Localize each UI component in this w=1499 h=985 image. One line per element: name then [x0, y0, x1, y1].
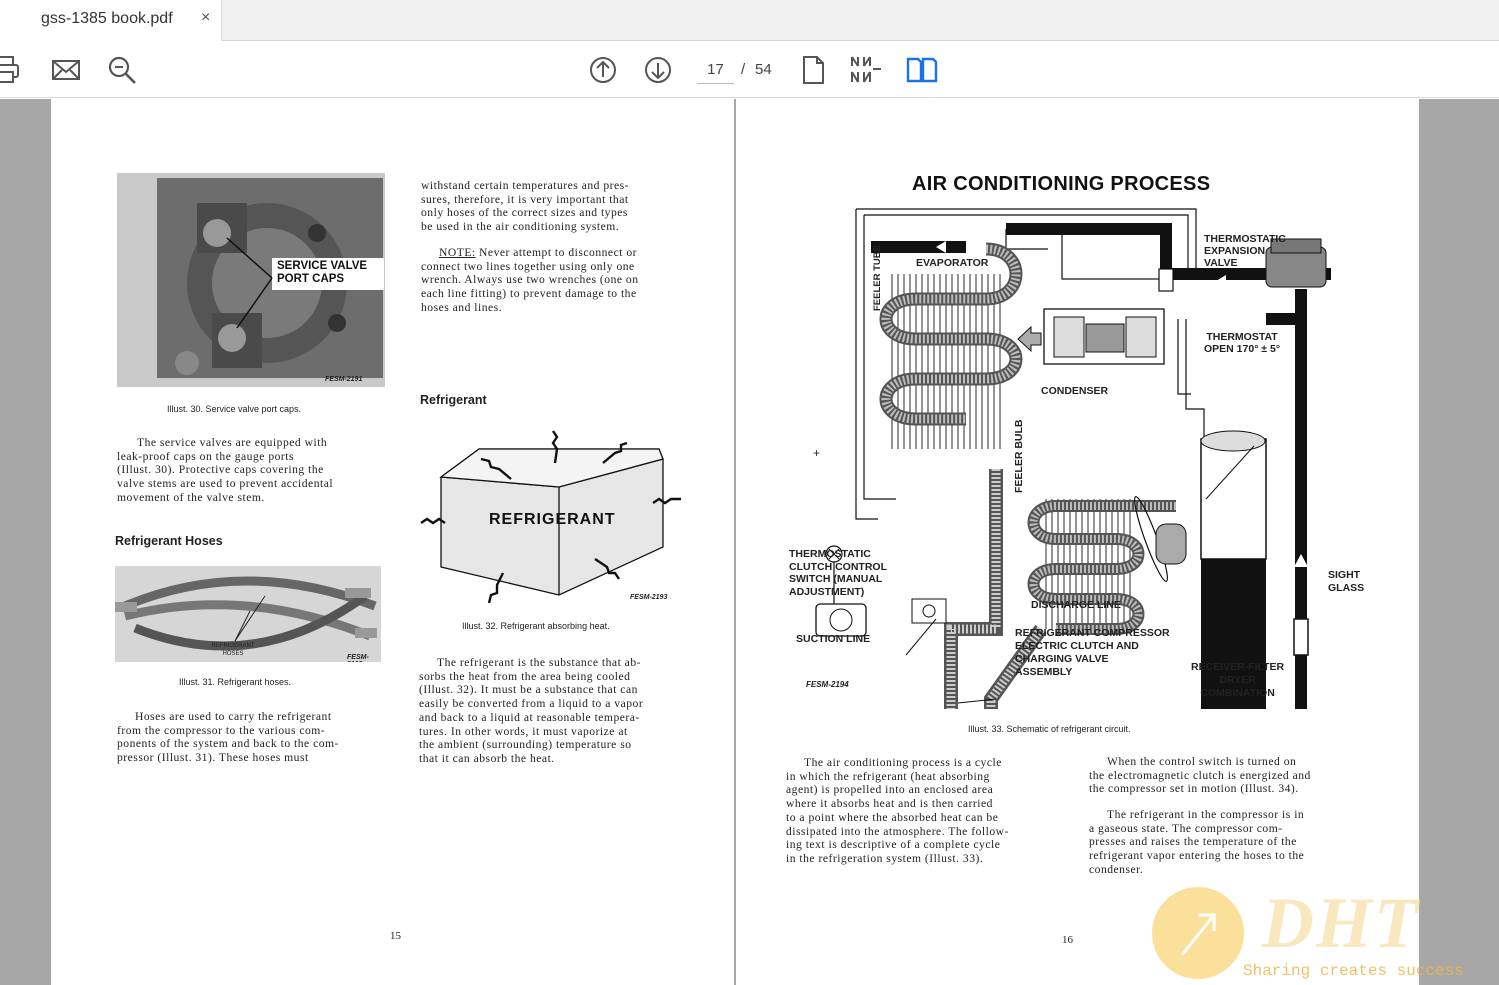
fig31-caption: Illust. 31. Refrigerant hoses. [179, 677, 292, 687]
label-expansion-valve: THERMOSTATIC EXPANSION VALVE [1204, 233, 1286, 269]
label-feeler-tube: FEELER TUBE [872, 245, 883, 311]
fig33-code: FESM-2194 [806, 680, 849, 689]
label-thermostat: THERMOSTAT OPEN 170° ± 5° [1204, 331, 1281, 355]
service-valve-photo: SERVICE VALVE PORT CAPS FESM-2191 [117, 173, 385, 387]
tab-title: gss-1385 book.pdf [41, 10, 173, 27]
two-page-icon[interactable] [905, 53, 939, 87]
tab-bar: gss-1385 book.pdf × [0, 0, 1499, 41]
note-block: NOTE: Never attempt to disconnect or con… [421, 246, 691, 315]
label-plus: + [813, 446, 821, 460]
diagram-title: AIR CONDITIONING PROCESS [912, 173, 1211, 195]
page-total: 54 [755, 61, 772, 78]
label-evaporator: EVAPORATOR [916, 257, 989, 269]
toolbar: 17 / 54 [0, 41, 1499, 98]
label-suction-line: SUCTION LINE [796, 633, 871, 645]
zoom-icon[interactable] [105, 53, 139, 87]
page-number-input[interactable]: 17 [697, 56, 734, 84]
fig30-code: FESM-2191 [325, 376, 363, 383]
heading-refrigerant: Refrigerant [420, 393, 487, 407]
fig32-code: FESM-2193 [630, 594, 668, 601]
label-condenser: CONDENSER [1041, 385, 1109, 397]
fig30-label: SERVICE VALVE PORT CAPS [277, 260, 368, 285]
paragraph-hoses: Hoses are used to carry the refrigerant … [117, 710, 339, 765]
label-feeler-bulb: FEELER BULB [1013, 419, 1025, 494]
document-viewer[interactable]: SERVICE VALVE PORT CAPS FESM-2191 Illust… [0, 99, 1499, 985]
watermark-slogan: Sharing creates success [1243, 962, 1464, 980]
fig32-label: REFRIGERANT [489, 511, 616, 528]
page-number-15: 15 [390, 930, 401, 942]
mail-icon[interactable] [49, 53, 83, 87]
print-icon[interactable] [0, 53, 26, 87]
refrigerant-heat-diagram: REFRIGERANT FESM-2193 [419, 427, 687, 605]
pdf-page-15: SERVICE VALVE PORT CAPS FESM-2191 Illust… [51, 99, 734, 985]
watermark-circle [1152, 887, 1244, 979]
heading-refrigerant-hoses: Refrigerant Hoses [115, 534, 223, 548]
close-tab-icon[interactable]: × [201, 9, 210, 27]
page-down-icon[interactable] [641, 53, 675, 87]
paragraph-refrigerant: The refrigerant is the substance that ab… [419, 656, 644, 765]
page-separator: / [741, 61, 746, 78]
paragraph-service-valves: The service valves are equipped with lea… [117, 436, 334, 504]
paragraph-ac-process: The air conditioning process is a cycle … [786, 756, 1009, 865]
note-label: NOTE: [439, 246, 476, 259]
fig30-caption: Illust. 30. Service valve port caps. [167, 404, 302, 414]
watermark-logo: DHT [1262, 883, 1420, 963]
fig32-caption: Illust. 32. Refrigerant absorbing heat. [462, 621, 610, 631]
paragraph-compressor-state: The refrigerant in the compressor is in … [1089, 808, 1305, 876]
thumbnails-icon[interactable] [849, 53, 883, 87]
label-receiver-dryer: RECEIVER-FILTER DRYER COMBINATION [1191, 661, 1285, 699]
label-clutch-switch: THERMOSTATIC CLUTCH CONTROL SWITCH (MANU… [789, 548, 887, 598]
label-discharge-line: DISCHARGE LINE [1031, 599, 1121, 611]
label-sight-glass: SIGHT GLASS [1328, 569, 1365, 594]
label-compressor: REFRIGERANT COMPRESSOR ELECTRIC CLUTCH A… [1015, 627, 1170, 678]
fig33-caption: Illust. 33. Schematic of refrigerant cir… [968, 724, 1131, 734]
paragraph-withstand: withstand certain temperatures and pres-… [421, 179, 630, 234]
fig31-code: FESM-2192 [347, 654, 369, 662]
refrigerant-hoses-photo: REFRIGERANT HOSES FESM-2192 [115, 566, 381, 662]
single-page-icon[interactable] [796, 53, 830, 87]
fig31-label: REFRIGERANT HOSES [211, 643, 255, 657]
document-tab[interactable]: gss-1385 book.pdf × [0, 0, 222, 41]
paragraph-control-switch: When the control switch is turned on the… [1089, 755, 1311, 796]
page-up-icon[interactable] [586, 53, 620, 87]
page-number-16: 16 [1062, 934, 1073, 946]
pdf-page-16: AIR CONDITIONING PROCESS EVAPORATOR FEEL… [736, 99, 1419, 985]
